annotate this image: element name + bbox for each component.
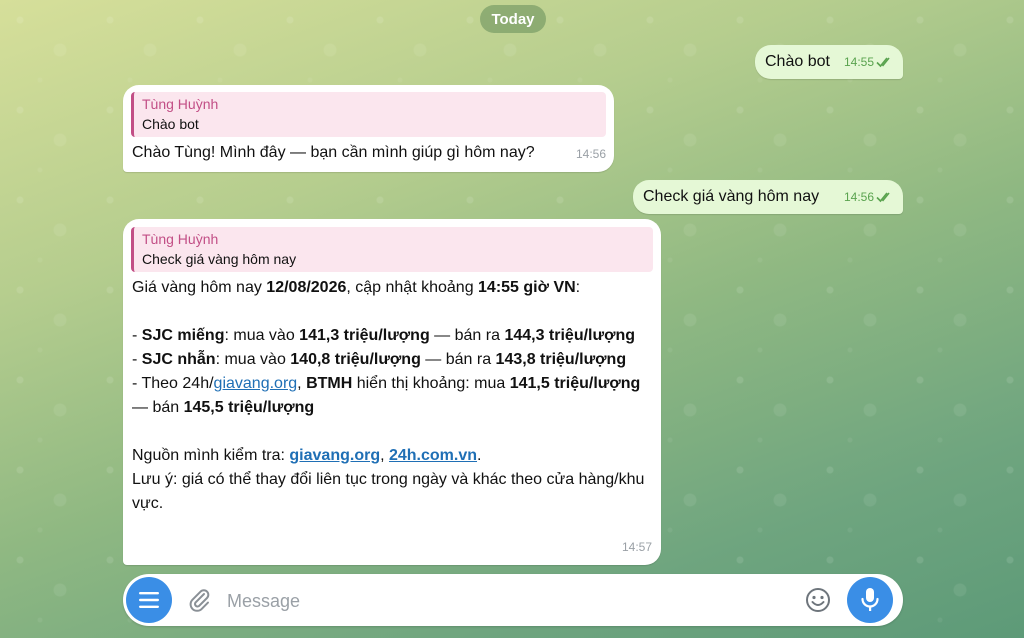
incoming-message[interactable]: Tùng Huỳnh Chào bot Chào Tùng! Mình đây …	[123, 85, 614, 172]
message-text: Chào Tùng! Mình đây — bạn cần mình giúp …	[132, 144, 535, 161]
voice-record-button[interactable]	[847, 577, 893, 623]
date-separator: Today	[480, 5, 546, 33]
message-meta: 14:55	[844, 50, 894, 74]
reply-author: Tùng Huỳnh	[142, 231, 219, 247]
reply-quote[interactable]: Tùng Huỳnh Check giá vàng hôm nay	[131, 227, 653, 272]
sources-line: Nguồn mình kiểm tra: giavang.org, 24h.co…	[132, 447, 482, 464]
double-check-icon	[876, 57, 890, 68]
message-text: Chào bot	[765, 53, 830, 70]
reply-text: Check giá vàng hôm nay	[142, 251, 297, 267]
smiley-icon	[806, 588, 830, 612]
incoming-message[interactable]: Tùng Huỳnh Check giá vàng hôm nay Giá và…	[123, 219, 661, 565]
reply-author: Tùng Huỳnh	[142, 96, 219, 112]
chat-window: Today Chào bot 14:55 Tùng Huỳnh Chào bot…	[0, 0, 1024, 638]
price-line-btmh: - Theo 24h/giavang.org, BTMH hiển thị kh…	[132, 375, 641, 416]
reply-quote[interactable]: Tùng Huỳnh Chào bot	[131, 92, 606, 137]
giavang-link[interactable]: giavang.org	[214, 375, 298, 392]
menu-button[interactable]	[126, 577, 172, 623]
hamburger-menu-icon	[139, 592, 159, 608]
giavang-source-link[interactable]: giavang.org	[289, 447, 380, 464]
message-composer	[123, 574, 903, 626]
message-time: 14:56	[843, 190, 874, 204]
message-text: Check giá vàng hôm nay	[643, 188, 820, 205]
outgoing-message[interactable]: Chào bot 14:55	[755, 45, 903, 79]
attach-button[interactable]	[185, 586, 213, 614]
message-meta: 14:56	[844, 185, 894, 209]
double-check-icon	[876, 192, 890, 203]
message-input[interactable]	[225, 586, 789, 616]
message-time: 14:56	[575, 147, 606, 161]
emoji-button[interactable]	[804, 586, 832, 614]
paperclip-icon	[189, 589, 210, 612]
microphone-icon	[861, 588, 879, 611]
message-time: 14:57	[621, 540, 652, 554]
outgoing-message[interactable]: Check giá vàng hôm nay 14:56	[633, 180, 903, 214]
message-text: Giá vàng hôm nay 12/08/2026, cập nhật kh…	[131, 276, 653, 516]
price-line-sjc-bar: - SJC miếng: mua vào 141,3 triệu/lượng —…	[132, 327, 635, 344]
reply-text: Chào bot	[142, 116, 199, 132]
note-line: Lưu ý: giá có thể thay đổi liên tục tron…	[132, 471, 645, 512]
price-intro: Giá vàng hôm nay 12/08/2026, cập nhật kh…	[132, 279, 581, 296]
message-time: 14:55	[843, 55, 874, 69]
24h-source-link[interactable]: 24h.com.vn	[389, 447, 477, 464]
price-line-sjc-ring: - SJC nhẫn: mua vào 140,8 triệu/lượng — …	[132, 351, 627, 368]
